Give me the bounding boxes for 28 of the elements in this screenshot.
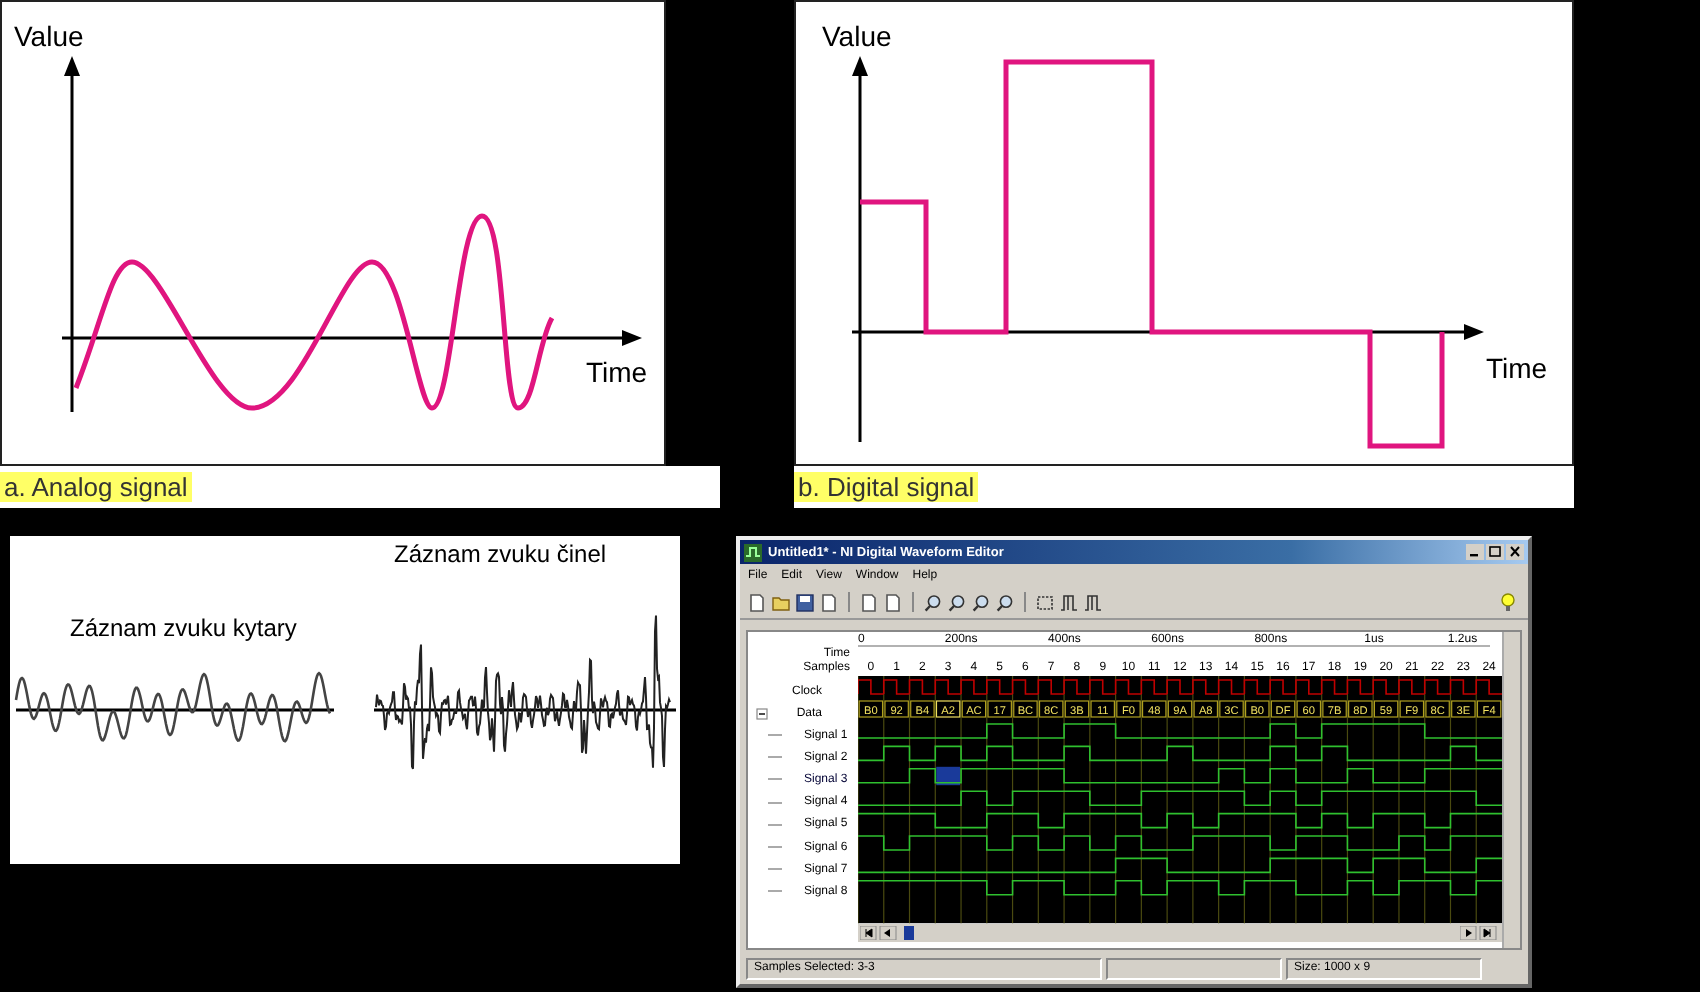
pulse-icon[interactable]: [1060, 593, 1078, 611]
axis-label: Value: [822, 20, 892, 52]
collapse-icon[interactable]: [756, 707, 768, 719]
pulse-icon[interactable]: [1084, 593, 1102, 611]
selection-icon[interactable]: [1036, 593, 1054, 611]
axis-label: Time: [586, 356, 648, 388]
page-icon[interactable]: [820, 593, 838, 611]
folder-icon[interactable]: [772, 593, 790, 611]
waveform-icon: [744, 543, 762, 561]
vertical-scrollbar[interactable]: [1502, 632, 1520, 948]
axis-label: Time: [1486, 352, 1548, 384]
caption: b. Digital signal: [794, 472, 979, 502]
magnifier-icon[interactable]: [996, 593, 1014, 611]
lightbulb-icon[interactable]: [1496, 592, 1516, 612]
axis-label: Value: [14, 20, 84, 52]
scroll-thumb[interactable]: [904, 925, 914, 940]
close-icon[interactable]: [1506, 544, 1524, 560]
caption: a. Analog signal: [0, 472, 192, 502]
magnifier-icon[interactable]: [972, 593, 990, 611]
magnifier-icon[interactable]: [924, 593, 942, 611]
scroll-end-icon[interactable]: [1460, 925, 1500, 940]
waveform-label: Záznam zvuku činel: [394, 540, 607, 568]
waveform-label: Záznam zvuku kytary: [70, 614, 297, 642]
magnifier-icon[interactable]: [948, 593, 966, 611]
maximize-icon[interactable]: [1486, 544, 1504, 560]
scroll-start-icon[interactable]: [860, 925, 900, 940]
page-icon[interactable]: [748, 593, 766, 611]
minimize-icon[interactable]: [1466, 544, 1484, 560]
